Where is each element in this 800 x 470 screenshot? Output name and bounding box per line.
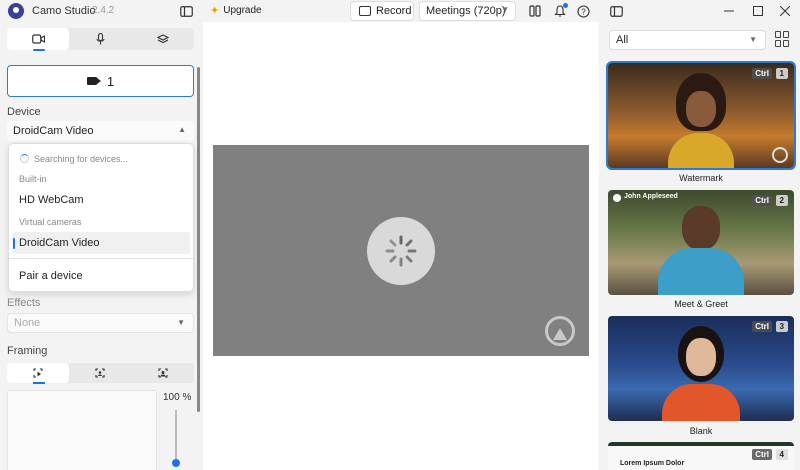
- chevron-down-icon: ▼: [501, 5, 509, 14]
- menu-item-hd-webcam[interactable]: HD WebCam: [19, 194, 84, 206]
- grid-view-icon[interactable]: [775, 31, 791, 47]
- scene-card-watermark[interactable]: Ctrl 1: [606, 61, 796, 170]
- clothing: [662, 384, 740, 421]
- notification-dot: [563, 3, 568, 8]
- zoom-slider-thumb[interactable]: [172, 459, 180, 467]
- video-camera-icon: [31, 34, 45, 44]
- framing-tabs: [7, 363, 194, 384]
- close-icon[interactable]: [776, 2, 794, 20]
- tab-layers[interactable]: [132, 28, 194, 50]
- shortcut-ctrl-badge: Ctrl: [752, 449, 772, 460]
- svg-text:?: ?: [581, 7, 586, 16]
- scene-card-blank[interactable]: Ctrl 3: [608, 316, 794, 421]
- help-icon[interactable]: ?: [574, 2, 592, 20]
- device-dropdown-menu: Searching for devices... Built-in HD Web…: [8, 143, 194, 292]
- camera-preview[interactable]: [213, 145, 589, 356]
- upgrade-button[interactable]: ✦ Upgrade: [210, 4, 262, 17]
- shortcut-number-badge: 1: [775, 68, 788, 79]
- zoom-value: 100 %: [163, 392, 192, 403]
- upgrade-label: Upgrade: [223, 5, 262, 16]
- frame-wide-icon: [158, 368, 168, 378]
- effects-value: None: [14, 317, 41, 329]
- tab-audio[interactable]: [69, 28, 131, 50]
- face: [686, 338, 716, 376]
- source-count: 1: [106, 73, 115, 89]
- source-tabs: [7, 28, 194, 51]
- menu-item-droidcam-video[interactable]: DroidCam Video: [19, 237, 100, 249]
- record-button[interactable]: Record: [350, 1, 414, 21]
- device-value: DroidCam Video: [13, 125, 94, 137]
- face: [686, 91, 716, 127]
- camo-watermark-icon: [772, 147, 788, 163]
- shortcut-number-badge: 3: [775, 321, 788, 332]
- shortcut-ctrl-badge: Ctrl: [752, 195, 772, 206]
- zoom-slider-track[interactable]: [175, 410, 177, 465]
- app-version: 2.4.2: [92, 5, 115, 16]
- pair-device-button[interactable]: Pair a device: [19, 270, 83, 282]
- left-panel-scrollbar[interactable]: [197, 67, 200, 412]
- frame-portrait-icon: [95, 368, 106, 378]
- scene-caption: Meet & Greet: [674, 299, 728, 309]
- filter-value: All: [616, 34, 629, 46]
- scene-filter-select[interactable]: All ▼: [609, 30, 766, 50]
- shortcut-ctrl-badge: Ctrl: [752, 321, 772, 332]
- framing-tab-portrait[interactable]: [69, 363, 131, 383]
- right-panel-toggle-icon[interactable]: [607, 2, 625, 20]
- camo-logo-icon: [8, 3, 24, 19]
- scene-caption: Blank: [689, 426, 713, 436]
- face: [682, 206, 720, 250]
- meetings-label: Meetings (720p): [426, 5, 506, 17]
- scene-card-meet-greet[interactable]: John Appleseed Ctrl 2: [608, 190, 794, 295]
- device-select[interactable]: DroidCam Video ▲: [7, 121, 194, 141]
- layers-icon: [156, 33, 169, 43]
- loading-spinner-icon: [367, 217, 435, 285]
- title-bar: Camo Studio 2.4.2 ✦ Upgrade Record Meeti…: [0, 0, 800, 22]
- camera-icon: [86, 77, 101, 85]
- frame-auto-icon: [33, 368, 43, 378]
- loading-spinner-icon: [20, 154, 29, 163]
- clothing: [658, 248, 744, 295]
- microphone-icon: [96, 33, 105, 45]
- meetings-quality-select[interactable]: Meetings (720p) ▼: [419, 1, 516, 21]
- video-source-button[interactable]: 1: [7, 65, 194, 97]
- app-name: Camo Studio: [32, 5, 96, 17]
- chevron-up-icon: ▲: [178, 125, 186, 134]
- shortcut-number-badge: 2: [775, 195, 788, 206]
- shortcut-ctrl-badge: Ctrl: [752, 68, 772, 79]
- device-label: Device: [7, 106, 41, 118]
- menu-divider: [9, 258, 193, 259]
- scene-card-4[interactable]: Lorem Ipsum Dolor Ctrl 4: [608, 442, 794, 470]
- avatar: [613, 194, 621, 202]
- maximize-icon[interactable]: [749, 2, 767, 20]
- group-builtin-label: Built-in: [19, 174, 47, 184]
- sparkle-icon: ✦: [210, 5, 220, 17]
- chevron-down-icon: ▼: [749, 35, 757, 44]
- scene-caption: Watermark: [679, 173, 723, 183]
- framing-label: Framing: [7, 345, 48, 357]
- framing-tab-auto[interactable]: [7, 363, 70, 384]
- overlay-title: Lorem Ipsum Dolor: [620, 460, 685, 467]
- record-icon: [359, 6, 371, 16]
- camo-watermark-icon: [545, 316, 575, 346]
- minimize-icon[interactable]: [720, 2, 738, 20]
- shortcut-number-badge: 4: [775, 449, 788, 460]
- group-virtual-label: Virtual cameras: [19, 217, 82, 227]
- chevron-down-icon: ▼: [177, 318, 185, 327]
- layout-columns-icon[interactable]: [526, 2, 544, 20]
- searching-status: Searching for devices...: [34, 154, 129, 164]
- sidebar-toggle-icon[interactable]: [177, 2, 195, 20]
- record-label: Record: [376, 5, 412, 17]
- effects-select[interactable]: None ▼: [7, 313, 194, 333]
- effects-label: Effects: [7, 297, 41, 309]
- framing-preview-box[interactable]: [7, 390, 157, 470]
- overlay-name: John Appleseed: [624, 193, 678, 200]
- notifications-bell-icon[interactable]: [551, 2, 569, 20]
- tab-video[interactable]: [7, 28, 70, 51]
- framing-tab-wide[interactable]: [132, 363, 194, 383]
